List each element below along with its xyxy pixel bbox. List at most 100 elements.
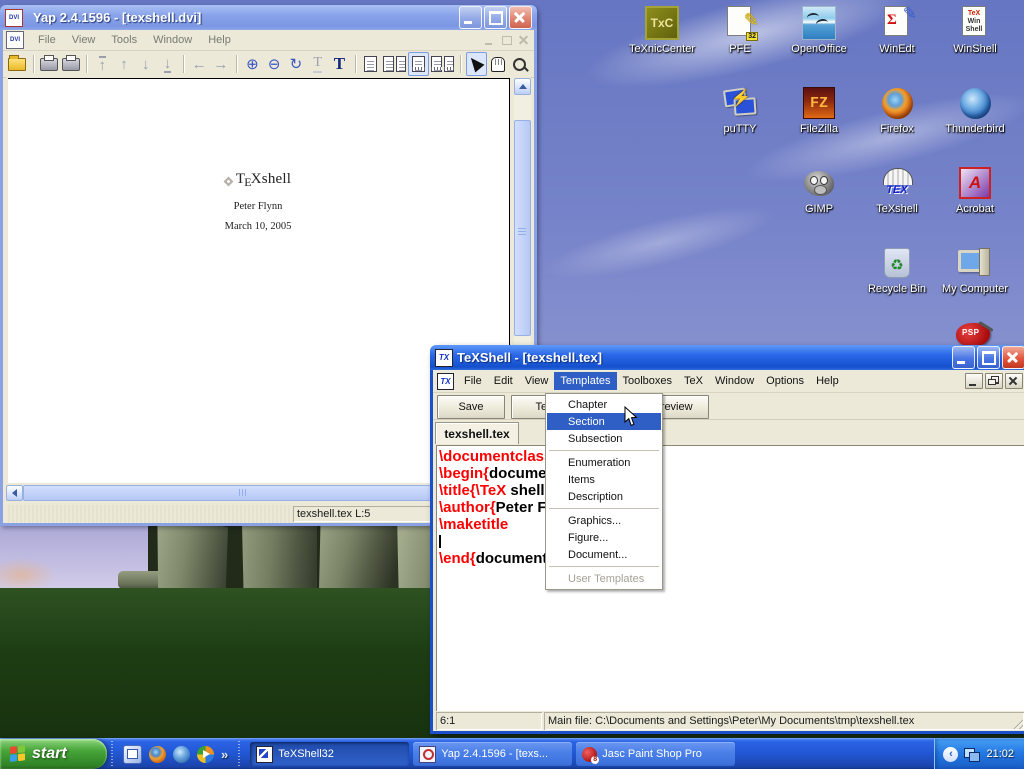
- menu-item-enumeration[interactable]: Enumeration: [547, 454, 661, 471]
- yap-menu-help[interactable]: Help: [200, 32, 239, 48]
- scroll-left-button[interactable]: [6, 485, 23, 501]
- tower-icon: [979, 248, 990, 276]
- texshell-menu-toolboxes[interactable]: Toolboxes: [617, 372, 679, 390]
- desktop-icon-winedt[interactable]: Σ✎ WinEdt: [861, 6, 933, 55]
- taskbar-task-texshell[interactable]: TeXShell32: [250, 742, 409, 766]
- menu-item-description[interactable]: Description: [547, 488, 661, 505]
- maximize-button[interactable]: [484, 6, 507, 29]
- texshell-menu-edit[interactable]: Edit: [488, 372, 519, 390]
- gimp-wilber-icon: [804, 171, 834, 196]
- desktop-icon-texshell[interactable]: TEX TeXshell: [861, 166, 933, 215]
- desktop-icon-mycomputer[interactable]: My Computer: [939, 246, 1011, 295]
- texshell-menu-view[interactable]: View: [519, 372, 555, 390]
- open-icon[interactable]: [7, 52, 28, 76]
- close-button[interactable]: [1002, 346, 1024, 369]
- view-continuous-ruler-icon[interactable]: [430, 52, 455, 76]
- zoom-in-icon[interactable]: ⊕: [242, 52, 263, 76]
- desktop-icon-winshell[interactable]: TeXWinShell WinShell: [939, 6, 1011, 55]
- tray-collapse-chevron[interactable]: ‹: [943, 747, 958, 762]
- back-icon[interactable]: ←: [189, 52, 210, 76]
- view-single-ruler-icon[interactable]: [408, 52, 429, 76]
- desktop-icon-pfe[interactable]: ✎32 PFE: [704, 6, 776, 55]
- start-button[interactable]: start: [0, 739, 107, 769]
- text-mode-icon[interactable]: T: [329, 52, 350, 76]
- horizontal-scroll-thumb[interactable]: [23, 485, 455, 501]
- menu-item-subsection[interactable]: Subsection: [547, 430, 661, 447]
- menu-item-section[interactable]: Section: [547, 413, 661, 430]
- refresh-icon[interactable]: ↻: [286, 52, 307, 76]
- yap-menu-view[interactable]: View: [64, 32, 104, 48]
- menu-item-chapter[interactable]: Chapter: [547, 396, 661, 413]
- texshell-window: TX TeXShell - [texshell.tex] TX FileEdit…: [430, 345, 1024, 734]
- yap-menu-file[interactable]: File: [30, 32, 64, 48]
- menu-item-graphics[interactable]: Graphics...: [547, 512, 661, 529]
- tab-texshell-tex[interactable]: texshell.tex: [435, 422, 519, 444]
- view-single-icon[interactable]: [361, 52, 382, 76]
- desktop-icon-acrobat[interactable]: A Acrobat: [939, 166, 1011, 215]
- save-button[interactable]: Save: [437, 395, 505, 419]
- desktop-icon-openoffice[interactable]: OpenOffice: [783, 6, 855, 55]
- next-page-icon[interactable]: ↓: [135, 52, 156, 76]
- vertical-scroll-thumb[interactable]: [514, 120, 531, 336]
- view-continuous-icon[interactable]: [382, 52, 407, 76]
- dvi-author: Peter Flynn: [8, 201, 508, 212]
- close-button[interactable]: [509, 6, 532, 29]
- menu-item-figure[interactable]: Figure...: [547, 529, 661, 546]
- desktop-icon-label: TeXshell: [861, 203, 933, 215]
- desktop-icon-thunderbird[interactable]: Thunderbird: [939, 86, 1011, 135]
- desktop-icon-putty[interactable]: ⚡ puTTY: [704, 86, 776, 135]
- texshell-titlebar[interactable]: TX TeXShell - [texshell.tex]: [430, 345, 1024, 370]
- firefox-quicklaunch-icon[interactable]: [149, 746, 166, 763]
- print-page-icon[interactable]: [60, 52, 81, 76]
- thunderbird-quicklaunch-icon[interactable]: [173, 746, 190, 763]
- desktop-icon-paintshoppro[interactable]: PSP: [952, 323, 996, 347]
- desktop-icon-recycle[interactable]: ♻ Recycle Bin: [861, 246, 933, 295]
- texshell-menu-help[interactable]: Help: [810, 372, 845, 390]
- zoom-out-icon[interactable]: ⊖: [264, 52, 285, 76]
- desktop-icon-gimp[interactable]: GIMP: [783, 166, 855, 215]
- minimize-button[interactable]: [952, 346, 975, 369]
- child-restore-button[interactable]: [985, 373, 1003, 389]
- show-desktop-icon[interactable]: [123, 745, 142, 764]
- select-tool-icon[interactable]: [466, 52, 487, 76]
- scroll-up-button[interactable]: [514, 78, 531, 95]
- taskbar-task-psp[interactable]: 8Jasc Paint Shop Pro: [576, 742, 735, 766]
- last-page-icon[interactable]: ↓: [157, 52, 178, 76]
- print-icon[interactable]: [39, 52, 60, 76]
- menu-item-document[interactable]: Document...: [547, 546, 661, 563]
- texshell-menu-file[interactable]: File: [458, 372, 488, 390]
- child-minimize-button[interactable]: [965, 373, 983, 389]
- network-tray-icon[interactable]: [964, 748, 980, 761]
- magnifier-tool-icon[interactable]: [509, 52, 530, 76]
- desktop-icon-filezilla[interactable]: FZ FileZilla: [783, 86, 855, 135]
- hand-tool-icon[interactable]: [488, 52, 509, 76]
- texshell-menu-window[interactable]: Window: [709, 372, 760, 390]
- texshell-menu-options[interactable]: Options: [760, 372, 810, 390]
- maximize-button[interactable]: [977, 346, 1000, 369]
- texshell-menu-templates[interactable]: Templates: [554, 372, 616, 390]
- first-page-icon[interactable]: ↑: [92, 52, 113, 76]
- taskbar-task-yap[interactable]: Yap 2.4.1596 - [texs...: [413, 742, 572, 766]
- previous-page-icon[interactable]: ↑: [114, 52, 135, 76]
- text-ruler-icon[interactable]: T: [307, 52, 328, 76]
- menu-separator: [549, 508, 659, 509]
- stonehenge-stone: [156, 519, 228, 590]
- child-close-button[interactable]: [1005, 373, 1023, 389]
- yap-titlebar[interactable]: DVI Yap 2.4.1596 - [texshell.dvi]: [0, 5, 537, 30]
- pencil-icon: ✎: [744, 10, 759, 31]
- forward-icon[interactable]: →: [210, 52, 231, 76]
- desktop-icon-texniccenter[interactable]: TxC TeXnicCenter: [626, 6, 698, 55]
- quicklaunch-overflow-chevron[interactable]: »: [221, 747, 228, 762]
- toolbar-separator: [355, 55, 356, 73]
- yap-menu-tools[interactable]: Tools: [103, 32, 145, 48]
- desktop-icon-label: My Computer: [939, 283, 1011, 295]
- desktop-icon-firefox[interactable]: Firefox: [861, 86, 933, 135]
- menu-item-items[interactable]: Items: [547, 471, 661, 488]
- texshell-menu-tex[interactable]: TeX: [678, 372, 709, 390]
- texshell-editor[interactable]: \documentclass{a\begin{document}\title{\…: [436, 445, 1024, 711]
- minimize-button[interactable]: [459, 6, 482, 29]
- dvi-content: TEXshell Peter Flynn March 10, 2005: [8, 171, 508, 232]
- mediaplayer-quicklaunch-icon[interactable]: [197, 746, 214, 763]
- toolbar-separator: [33, 55, 34, 73]
- yap-menu-window[interactable]: Window: [145, 32, 200, 48]
